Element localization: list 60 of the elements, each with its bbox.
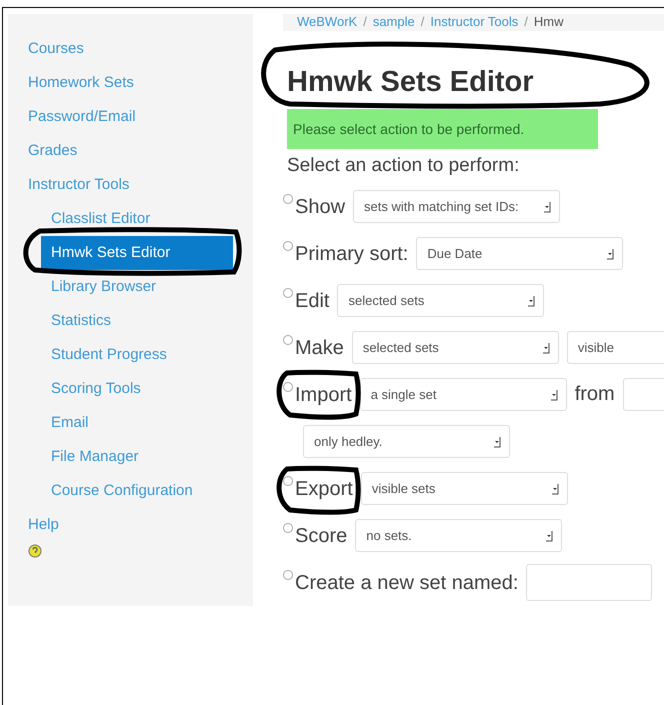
- sidebar-link[interactable]: Hmwk Sets Editor: [41, 236, 233, 270]
- radio-button[interactable]: [283, 476, 293, 486]
- radio-button[interactable]: [283, 523, 293, 533]
- breadcrumb-separator: /: [524, 14, 528, 29]
- sidebar-link[interactable]: Instructor Tools: [8, 168, 140, 202]
- radio-button[interactable]: [283, 241, 293, 251]
- action-label: Primary sort:: [295, 243, 408, 266]
- from-label: from: [574, 383, 615, 406]
- sidebar-link[interactable]: Scoring Tools: [8, 372, 151, 406]
- action-label: Create a new set named:: [295, 572, 518, 595]
- sidebar-link[interactable]: Library Browser: [8, 270, 166, 304]
- sidebar-link[interactable]: Statistics: [8, 304, 122, 338]
- action-label: Export: [295, 478, 353, 501]
- breadcrumb-link[interactable]: WeBWorK: [297, 14, 358, 29]
- dropdown-arrow-icon: [542, 342, 550, 354]
- status-message: Please select action to be performed.: [287, 109, 598, 149]
- dropdown-select[interactable]: visible: [566, 331, 664, 364]
- sidebar-link[interactable]: Password/Email: [8, 100, 146, 134]
- dropdown-arrow-icon: [606, 248, 614, 260]
- sidebar-link[interactable]: Email: [8, 406, 99, 440]
- radio-button[interactable]: [283, 335, 293, 345]
- page-title: Hmwk Sets Editor: [287, 65, 535, 99]
- action-label: Show: [295, 196, 346, 219]
- dropdown-select[interactable]: Due Date: [416, 237, 624, 270]
- sidebar-link[interactable]: Homework Sets: [8, 66, 144, 100]
- action-label: Edit: [295, 290, 330, 313]
- sidebar-link[interactable]: File Manager: [8, 440, 149, 474]
- dropdown-arrow-icon: [550, 482, 559, 494]
- dropdown-arrow-icon: [527, 294, 536, 306]
- action-label: Import: [295, 384, 352, 407]
- dropdown-select[interactable]: a single set: [360, 378, 567, 411]
- set-name-field[interactable]: [526, 564, 652, 601]
- breadcrumb-separator: /: [363, 14, 367, 29]
- radio-button[interactable]: [283, 288, 293, 298]
- dropdown-select[interactable]: sets with matching set IDs:: [353, 190, 560, 223]
- sidebar-link[interactable]: Help: [8, 508, 69, 542]
- dropdown-select[interactable]: no sets.: [355, 519, 562, 552]
- dropdown-arrow-icon: [543, 200, 552, 212]
- sidebar-link[interactable]: Courses: [8, 32, 94, 66]
- sidebar-link[interactable]: Student Progress: [8, 338, 177, 372]
- dropdown-arrow-icon: [493, 436, 501, 448]
- action-label: Make: [295, 337, 344, 360]
- radio-button[interactable]: [283, 382, 293, 392]
- dropdown-select[interactable]: visible sets: [360, 472, 568, 505]
- sidebar-link[interactable]: Course Configuration: [8, 474, 203, 508]
- radio-button[interactable]: [283, 194, 293, 204]
- dropdown-arrow-icon: [550, 388, 558, 400]
- radio-button[interactable]: [283, 570, 293, 580]
- action-label: Score: [295, 525, 348, 548]
- breadcrumb-separator: /: [420, 14, 424, 29]
- breadcrumb-link[interactable]: sample: [372, 14, 415, 29]
- dropdown-arrow-icon: [545, 530, 554, 542]
- dropdown-select[interactable]: selected sets: [337, 284, 544, 317]
- dropdown-select[interactable]: only hedley.: [303, 425, 510, 458]
- sidebar-link[interactable]: Classlist Editor: [8, 202, 160, 236]
- dropdown-select[interactable]: selected sets: [352, 331, 559, 364]
- action-prompt: Select an action to perform:: [287, 155, 520, 177]
- sidebar-link[interactable]: Grades: [8, 134, 88, 168]
- help-icon[interactable]: [28, 544, 42, 558]
- breadcrumb-link[interactable]: Instructor Tools: [430, 14, 518, 29]
